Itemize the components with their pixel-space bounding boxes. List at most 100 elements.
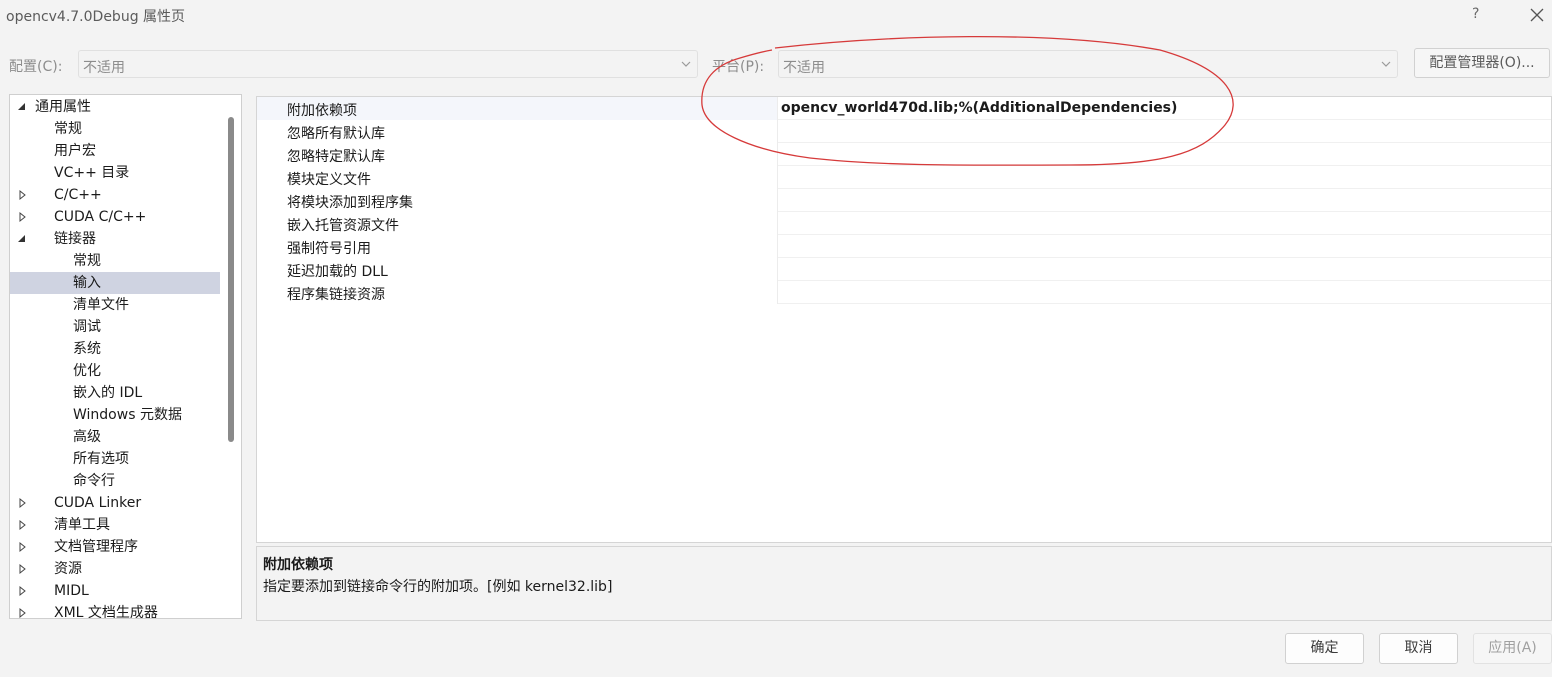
property-name: 忽略所有默认库 bbox=[287, 126, 385, 142]
property-row[interactable]: 附加依赖项 opencv_world470d.lib;%(AdditionalDe… bbox=[257, 97, 1551, 120]
tree-item-label: 清单工具 bbox=[54, 517, 110, 533]
property-row[interactable]: 程序集链接资源 bbox=[257, 281, 1551, 304]
tree-item[interactable]: 清单工具 bbox=[10, 514, 220, 536]
tree-item[interactable]: C/C++ bbox=[10, 184, 220, 206]
tree-item-label: 常规 bbox=[54, 121, 82, 137]
tree-item-label: Windows 元数据 bbox=[73, 407, 182, 423]
collapsed-triangle-icon[interactable] bbox=[16, 184, 28, 206]
property-name: 嵌入托管资源文件 bbox=[287, 218, 399, 234]
tree-item-label: 嵌入的 IDL bbox=[73, 385, 143, 401]
tree-item[interactable]: 所有选项 bbox=[10, 448, 220, 470]
property-name: 延迟加载的 DLL bbox=[287, 264, 388, 280]
ok-button[interactable]: 确定 bbox=[1285, 633, 1364, 664]
property-name: 程序集链接资源 bbox=[287, 287, 385, 303]
collapsed-triangle-icon[interactable] bbox=[16, 558, 28, 580]
tree-item-label: CUDA C/C++ bbox=[54, 209, 147, 225]
property-row[interactable]: 嵌入托管资源文件 bbox=[257, 212, 1551, 235]
property-value[interactable]: opencv_world470d.lib;%(AdditionalDepende… bbox=[781, 100, 1177, 116]
cancel-button[interactable]: 取消 bbox=[1379, 633, 1458, 664]
property-name: 将模块添加到程序集 bbox=[287, 195, 413, 211]
platform-dropdown[interactable]: 不适用 bbox=[778, 50, 1398, 78]
property-name-cell: 程序集链接资源 bbox=[257, 281, 778, 304]
property-row[interactable]: 忽略所有默认库 bbox=[257, 120, 1551, 143]
property-name-cell: 延迟加载的 DLL bbox=[257, 258, 778, 281]
tree-item-label: MIDL bbox=[54, 583, 89, 599]
tree-item-label: 链接器 bbox=[54, 231, 96, 247]
property-name: 附加依赖项 bbox=[287, 103, 357, 119]
tree-item-label: VC++ 目录 bbox=[54, 165, 130, 181]
tree-item[interactable]: 输入 bbox=[10, 272, 220, 294]
platform-value: 不适用 bbox=[783, 60, 825, 76]
expanded-triangle-icon[interactable] bbox=[16, 228, 28, 250]
property-row[interactable]: 将模块添加到程序集 bbox=[257, 189, 1551, 212]
tree-item[interactable]: 命令行 bbox=[10, 470, 220, 492]
tree-item[interactable]: 常规 bbox=[10, 250, 220, 272]
tree-item[interactable]: 资源 bbox=[10, 558, 220, 580]
tree-item[interactable]: CUDA Linker bbox=[10, 492, 220, 514]
property-row[interactable]: 延迟加载的 DLL bbox=[257, 258, 1551, 281]
tree-item-label: 优化 bbox=[73, 363, 101, 379]
tree-item-label: 用户宏 bbox=[54, 143, 96, 159]
property-tree: 通用属性 常规 用户宏 VC++ 目录 C/C++ CUDA C/C++ 链接器 常规 输入 清单… bbox=[9, 94, 242, 619]
property-name-cell: 强制符号引用 bbox=[257, 235, 778, 258]
tree-item[interactable]: 高级 bbox=[10, 426, 220, 448]
collapsed-triangle-icon[interactable] bbox=[16, 602, 28, 619]
tree-item[interactable]: 常规 bbox=[10, 118, 220, 140]
platform-label: 平台(P): bbox=[712, 59, 765, 75]
config-manager-button[interactable]: 配置管理器(O)... bbox=[1414, 48, 1550, 78]
expanded-triangle-icon[interactable] bbox=[16, 96, 28, 118]
description-title: 附加依赖项 bbox=[263, 557, 333, 573]
description-panel: 附加依赖项 指定要添加到链接命令行的附加项。[例如 kernel32.lib] bbox=[256, 546, 1552, 621]
config-dropdown[interactable]: 不适用 bbox=[78, 50, 698, 78]
tree-item-label: 高级 bbox=[73, 429, 101, 445]
close-icon[interactable] bbox=[1525, 3, 1549, 27]
tree-item-label: XML 文档生成器 bbox=[54, 605, 158, 619]
tree-item[interactable]: CUDA C/C++ bbox=[10, 206, 220, 228]
config-label: 配置(C): bbox=[9, 59, 63, 75]
help-button[interactable]: ? bbox=[1472, 6, 1479, 22]
collapsed-triangle-icon[interactable] bbox=[16, 536, 28, 558]
property-name-cell: 附加依赖项 bbox=[257, 97, 778, 120]
tree-item-label: CUDA Linker bbox=[54, 495, 142, 511]
property-name-cell: 将模块添加到程序集 bbox=[257, 189, 778, 212]
tree-item[interactable]: 调试 bbox=[10, 316, 220, 338]
tree-item-label: 命令行 bbox=[73, 473, 115, 489]
configuration-bar: 配置(C): 不适用 平台(P): 不适用 配置管理器(O)... bbox=[0, 48, 1552, 80]
tree-item-label: 文档管理程序 bbox=[54, 539, 138, 555]
collapsed-triangle-icon[interactable] bbox=[16, 206, 28, 228]
window-title: opencv4.7.0Debug 属性页 bbox=[6, 9, 186, 25]
property-name-cell: 忽略所有默认库 bbox=[257, 120, 778, 143]
collapsed-triangle-icon[interactable] bbox=[16, 514, 28, 536]
description-text: 指定要添加到链接命令行的附加项。[例如 kernel32.lib] bbox=[263, 579, 613, 595]
tree-item[interactable]: MIDL bbox=[10, 580, 220, 602]
tree-item[interactable]: 优化 bbox=[10, 360, 220, 382]
title-bar: opencv4.7.0Debug 属性页 ? bbox=[0, 0, 1552, 32]
property-name: 强制符号引用 bbox=[287, 241, 371, 257]
chevron-down-icon bbox=[1381, 61, 1391, 67]
tree-item[interactable]: 嵌入的 IDL bbox=[10, 382, 220, 404]
property-row[interactable]: 忽略特定默认库 bbox=[257, 143, 1551, 166]
property-row[interactable]: 强制符号引用 bbox=[257, 235, 1551, 258]
tree-item-label: 输入 bbox=[73, 275, 101, 291]
collapsed-triangle-icon[interactable] bbox=[16, 580, 28, 602]
tree-item-label: 常规 bbox=[73, 253, 101, 269]
tree-item[interactable]: 用户宏 bbox=[10, 140, 220, 162]
property-name-cell: 嵌入托管资源文件 bbox=[257, 212, 778, 235]
tree-item-label: 调试 bbox=[73, 319, 101, 335]
tree-item[interactable]: 清单文件 bbox=[10, 294, 220, 316]
collapsed-triangle-icon[interactable] bbox=[16, 492, 28, 514]
tree-item-label: 所有选项 bbox=[73, 451, 129, 467]
tree-item[interactable]: 系统 bbox=[10, 338, 220, 360]
apply-button[interactable]: 应用(A) bbox=[1473, 633, 1552, 664]
tree-item[interactable]: 通用属性 bbox=[10, 96, 220, 118]
tree-item[interactable]: 链接器 bbox=[10, 228, 220, 250]
tree-item[interactable]: VC++ 目录 bbox=[10, 162, 220, 184]
tree-item[interactable]: XML 文档生成器 bbox=[10, 602, 220, 619]
tree-item-label: C/C++ bbox=[54, 187, 102, 203]
tree-item[interactable]: 文档管理程序 bbox=[10, 536, 220, 558]
tree-item[interactable]: Windows 元数据 bbox=[10, 404, 220, 426]
property-row[interactable]: 模块定义文件 bbox=[257, 166, 1551, 189]
tree-scrollbar[interactable] bbox=[228, 117, 234, 442]
chevron-down-icon bbox=[681, 61, 691, 67]
config-value: 不适用 bbox=[83, 60, 125, 76]
